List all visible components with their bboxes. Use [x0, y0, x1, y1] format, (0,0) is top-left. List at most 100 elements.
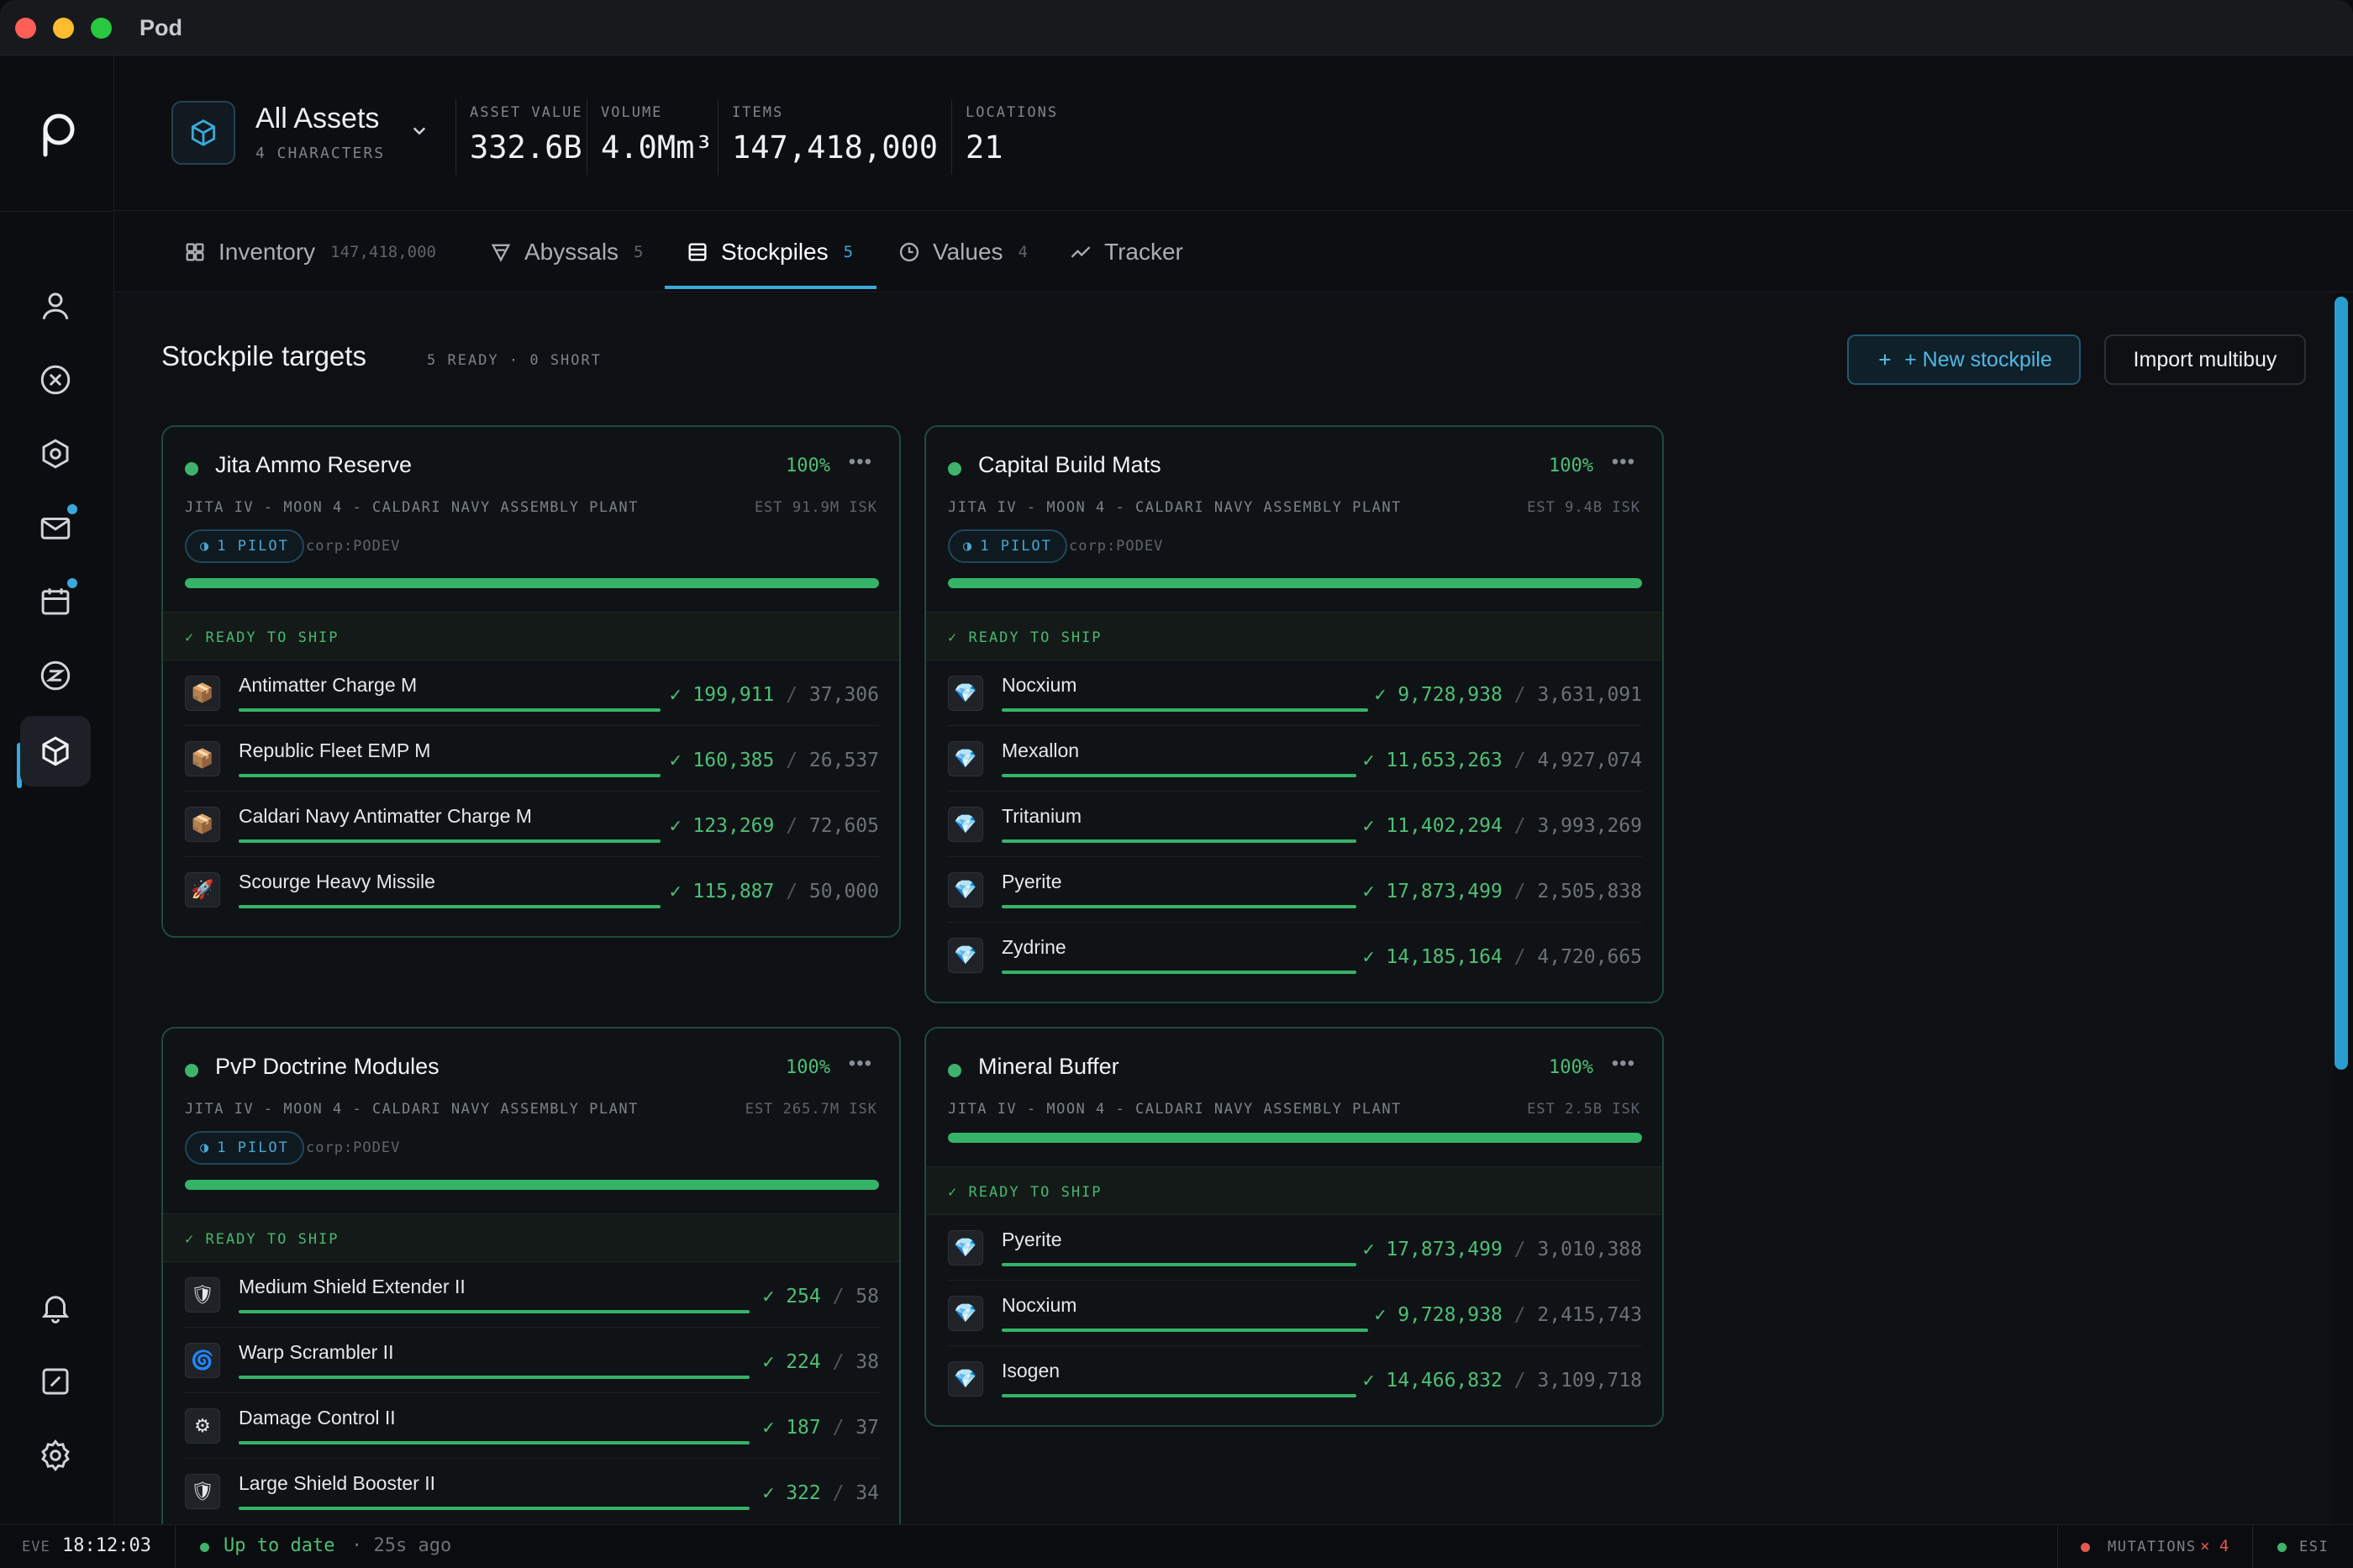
zoom-window-button[interactable] [91, 18, 112, 39]
list-item[interactable]: 📦 Republic Fleet EMP M ✓ 160,385 / 26,53… [185, 726, 879, 792]
asset-scope-title[interactable]: All Assets [255, 103, 379, 135]
list-item[interactable]: 💎 Tritanium ✓ 11,402,294 / 3,993,269 [948, 792, 1642, 857]
ready-label: ✓ READY TO SHIP [948, 629, 1103, 646]
minimize-window-button[interactable] [53, 18, 74, 39]
chevron-down-icon[interactable] [407, 118, 432, 143]
corp-tag: corp:PODEV [306, 538, 401, 555]
stat-label: ITEMS [732, 104, 784, 121]
list-item[interactable]: ⚙ Damage Control II ✓ 187 / 37 [185, 1393, 879, 1459]
item-need: 37,306 [808, 684, 879, 706]
sidebar-item-assets[interactable] [20, 716, 91, 787]
list-item[interactable]: 🛡 Medium Shield Extender II ✓ 254 / 58 [185, 1262, 879, 1328]
stockpile-card[interactable]: Jita Ammo Reserve 100% ••• JITA IV - MOO… [161, 425, 901, 938]
sidebar-item-wallet[interactable] [20, 640, 91, 711]
tab-tracker[interactable]: Tracker [1069, 212, 1183, 292]
pilot-pill[interactable]: ◑ 1 PILOT [185, 529, 304, 563]
list-item[interactable]: 💎 Nocxium ✓ 9,728,938 / 3,631,091 [948, 660, 1642, 726]
sidebar-item-notifications[interactable] [20, 1272, 91, 1343]
list-item[interactable]: 🚀 Scourge Heavy Missile ✓ 115,887 / 50,0… [185, 857, 879, 923]
tab-values[interactable]: Values 4 [898, 212, 1028, 292]
cube-icon [191, 119, 216, 146]
tab-stockpiles[interactable]: Stockpiles 5 [686, 212, 853, 292]
stockpile-card[interactable]: PvP Doctrine Modules 100% ••• JITA IV - … [161, 1027, 901, 1524]
item-progress [239, 774, 661, 777]
list-item[interactable]: 💎 Mexallon ✓ 11,653,263 / 4,927,074 [948, 726, 1642, 792]
item-quantity: ✓ 11,402,294 / 3,993,269 [1362, 815, 1642, 837]
sidebar-item-calendar[interactable] [20, 566, 91, 637]
tab-inventory[interactable]: Inventory 147,418,000 [183, 212, 436, 292]
stat-volume: VOLUME 4.0Mm³ [587, 99, 713, 175]
content-scrollbar[interactable] [2333, 293, 2350, 1524]
list-item[interactable]: 💎 Nocxium ✓ 9,728,938 / 2,415,743 [948, 1281, 1642, 1346]
item-progress [1002, 1394, 1356, 1397]
ammo-icon: 📦 [185, 741, 220, 776]
list-item[interactable]: 💎 Isogen ✓ 14,466,832 / 3,109,718 [948, 1346, 1642, 1412]
sync-status[interactable]: Up to date [224, 1535, 334, 1556]
stat-asset-value: ASSET VALUE 332.6B [455, 99, 583, 175]
import-multibuy-label: Import multibuy [2133, 347, 2277, 371]
list-item[interactable]: 🛡 Large Shield Booster II ✓ 322 / 34 [185, 1459, 879, 1524]
tab-label: Stockpiles [721, 239, 829, 265]
list-item[interactable]: 💎 Pyerite ✓ 17,873,499 / 3,010,388 [948, 1215, 1642, 1281]
assets-header: All Assets 4 CHARACTERS ASSET VALUE 332.… [114, 55, 2353, 211]
stockpile-card[interactable]: Mineral Buffer 100% ••• JITA IV - MOON 4… [924, 1027, 1664, 1427]
mineral-icon: 💎 [948, 938, 983, 973]
item-need: 3,109,718 [1537, 1370, 1642, 1392]
half-circle-icon: ◑ [963, 538, 974, 555]
page-title: Stockpile targets [161, 340, 366, 371]
more-options-icon[interactable]: ••• [1612, 1052, 1635, 1076]
card-progress-fill [948, 1133, 1642, 1143]
list-item[interactable]: 📦 Antimatter Charge M ✓ 199,911 / 37,306 [185, 660, 879, 726]
card-location: JITA IV - MOON 4 - CALDARI NAVY ASSEMBLY… [948, 499, 1402, 516]
mutations-count: × 4 [2200, 1537, 2229, 1555]
scrollbar-thumb[interactable] [2335, 297, 2348, 1070]
more-options-icon[interactable]: ••• [849, 450, 872, 474]
ready-banner: ✓ READY TO SHIP [163, 612, 899, 660]
more-options-icon[interactable]: ••• [849, 1052, 872, 1076]
import-multibuy-button[interactable]: Import multibuy [2104, 334, 2306, 385]
item-need: 4,927,074 [1537, 750, 1642, 771]
list-item[interactable]: 💎 Zydrine ✓ 14,185,164 / 4,720,665 [948, 923, 1642, 988]
esi-label[interactable]: ESI [2299, 1539, 2329, 1555]
sidebar-item-settings[interactable] [20, 1420, 91, 1491]
list-item[interactable]: 💎 Pyerite ✓ 17,873,499 / 2,505,838 [948, 857, 1642, 923]
item-name: Isogen [1002, 1360, 1061, 1381]
list-item[interactable]: 🌀 Warp Scrambler II ✓ 224 / 38 [185, 1328, 879, 1393]
asset-scope-icon-box[interactable] [171, 101, 235, 165]
status-dot [948, 1064, 961, 1077]
card-title: Mineral Buffer [978, 1054, 1119, 1079]
item-quantity: ✓ 199,911 / 37,306 [669, 684, 879, 706]
card-estimate: EST 91.9M ISK [754, 499, 877, 516]
close-window-button[interactable] [15, 18, 36, 39]
item-have: ✓ 199,911 [669, 684, 775, 706]
pilot-pill[interactable]: ◑ 1 PILOT [948, 529, 1067, 563]
sidebar-item-dashboard[interactable] [20, 1346, 91, 1417]
ammo-icon: 📦 [185, 807, 220, 842]
card-estimate: EST 265.7M ISK [745, 1101, 877, 1118]
sidebar-item-skills[interactable] [20, 345, 91, 415]
card-progress-bar [948, 1133, 1642, 1143]
card-progress-bar [185, 1180, 879, 1190]
status-dot [185, 1064, 198, 1077]
item-have: ✓ 17,873,499 [1362, 881, 1503, 902]
gauge-icon [42, 1368, 69, 1395]
stockpile-card[interactable]: Capital Build Mats 100% ••• JITA IV - MO… [924, 425, 1664, 1003]
mineral-icon: 💎 [948, 1361, 983, 1397]
new-stockpile-button[interactable]: + New stockpile [1847, 334, 2081, 385]
item-name: Tritanium [1002, 805, 1082, 827]
card-progress-fill [948, 578, 1642, 588]
item-have: ✓ 123,269 [669, 815, 775, 837]
pod-logo-icon[interactable] [30, 106, 84, 160]
half-circle-icon: ◑ [200, 1139, 211, 1156]
sidebar-item-fittings[interactable] [20, 418, 91, 489]
sidebar-item-characters[interactable] [20, 271, 91, 341]
item-have: ✓ 160,385 [669, 750, 775, 771]
pilot-pill[interactable]: ◑ 1 PILOT [185, 1131, 304, 1165]
sidebar-item-mail[interactable] [20, 492, 91, 563]
mutations-label[interactable]: MUTATIONS [2108, 1539, 2197, 1555]
list-item[interactable]: 📦 Caldari Navy Antimatter Charge M ✓ 123… [185, 792, 879, 857]
ready-label: ✓ READY TO SHIP [948, 1184, 1103, 1201]
more-options-icon[interactable]: ••• [1612, 450, 1635, 474]
tab-abyssals[interactable]: Abyssals 5 [489, 212, 644, 292]
item-quantity: ✓ 11,653,263 / 4,927,074 [1362, 750, 1642, 771]
